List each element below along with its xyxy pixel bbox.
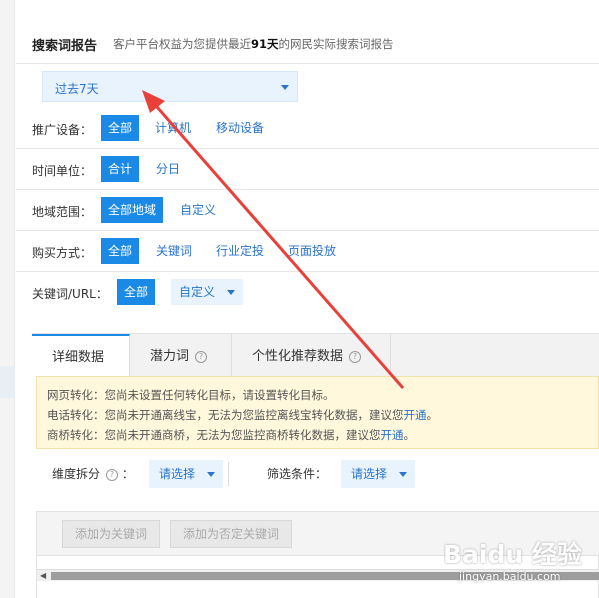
help-icon[interactable]: ? [349, 351, 362, 363]
chevron-down-icon [399, 472, 408, 477]
help-icon[interactable]: ? [195, 351, 208, 363]
watermark-logo: Baidu 经验 [443, 540, 582, 569]
buy-mode-label: 购买方式： [32, 246, 93, 260]
filter-divider [228, 462, 229, 486]
conversion-notice: 网页转化：您尚未设置任何转化目标，请设置转化目标。 电话转化：您尚未开通离线宝，… [36, 376, 599, 449]
region-option-all[interactable]: 全部地域 [101, 197, 164, 223]
dimension-select[interactable]: 请选择 [149, 460, 224, 488]
enable-bridge-link[interactable]: 开通 [381, 428, 404, 442]
chevron-down-icon [227, 290, 236, 295]
notice-line-phone: 电话转化：您尚未开通离线宝，无法为您监控离线宝转化数据，建议您开通。 [47, 408, 438, 422]
device-label: 推广设备： [32, 123, 93, 137]
device-option-computer[interactable]: 计算机 [148, 115, 198, 141]
device-option-mobile[interactable]: 移动设备 [209, 115, 271, 141]
keyword-url-custom-dropdown[interactable]: 自定义 [171, 279, 244, 305]
notice-line-web: 网页转化：您尚未设置任何转化目标，请设置转化目标。 [47, 388, 335, 402]
dimension-label: 维度拆分? ： [52, 467, 134, 481]
buy-mode-option-all[interactable]: 全部 [101, 238, 140, 264]
help-icon[interactable]: ? [106, 469, 119, 481]
date-range-select[interactable]: 过去7天 [42, 71, 298, 102]
sidebar-active-marker [0, 366, 15, 398]
add-negative-keyword-button[interactable]: 添加为否定关键词 [170, 520, 293, 548]
report-header: 搜索词报告 客户平台权益为您提供最近91天的网民实际搜索词报告 [16, 16, 599, 64]
filter-row-buy-mode: 购买方式： 全部 关键词 行业定投 页面投放 [16, 231, 599, 272]
report-tabs: 详细数据 潜力词? 个性化推荐数据? [32, 333, 599, 382]
page-title: 搜索词报告 [32, 39, 98, 54]
screen-select[interactable]: 请选择 [341, 460, 416, 488]
tab-potential-words[interactable]: 潜力词? [130, 334, 232, 381]
filter-row-keyword-url: 关键词/URL： 全部 自定义 [16, 272, 599, 313]
date-range-value: 过去7天 [55, 82, 99, 96]
buy-mode-option-industry[interactable]: 行业定投 [209, 238, 271, 264]
tab-personalized-data[interactable]: 个性化推荐数据? [232, 334, 391, 381]
add-keyword-button[interactable]: 添加为关键词 [62, 520, 161, 548]
scroll-left-arrow-icon[interactable]: ◀ [40, 571, 46, 580]
region-label: 地域范围： [32, 205, 93, 219]
screen-label: 筛选条件： [267, 467, 328, 481]
enable-phone-link[interactable]: 开通 [404, 408, 427, 422]
report-description: 客户平台权益为您提供最近91天的网民实际搜索词报告 [113, 37, 394, 51]
filter-row-device: 推广设备： 全部 计算机 移动设备 [16, 108, 599, 149]
time-unit-option-daily[interactable]: 分日 [149, 156, 187, 182]
buy-mode-option-keyword[interactable]: 关键词 [149, 238, 199, 264]
left-sidebar-strip [0, 0, 15, 598]
time-unit-label: 时间单位： [32, 164, 93, 178]
keyword-url-option-all[interactable]: 全部 [117, 279, 156, 305]
filter-row-region: 地域范围： 全部地域 自定义 [16, 190, 599, 231]
filter-row-time-unit: 时间单位： 合计 分日 [16, 149, 599, 190]
notice-line-bridge: 商桥转化：您尚未开通商桥，无法为您监控商桥转化数据，建议您开通。 [47, 428, 415, 442]
time-unit-option-total[interactable]: 合计 [101, 156, 140, 182]
region-option-custom[interactable]: 自定义 [173, 197, 223, 223]
days-highlight: 91天 [251, 37, 279, 51]
device-option-all[interactable]: 全部 [101, 115, 140, 141]
chevron-down-icon [281, 85, 289, 90]
buy-mode-option-page[interactable]: 页面投放 [281, 238, 343, 264]
chevron-down-icon [207, 472, 216, 477]
baidu-watermark: Baidu 经验 jingyan.baidu.com [443, 531, 599, 593]
keyword-url-label: 关键词/URL： [32, 287, 108, 301]
tab-detail-data[interactable]: 详细数据 [32, 334, 130, 382]
watermark-url: jingyan.baidu.com [459, 570, 561, 583]
